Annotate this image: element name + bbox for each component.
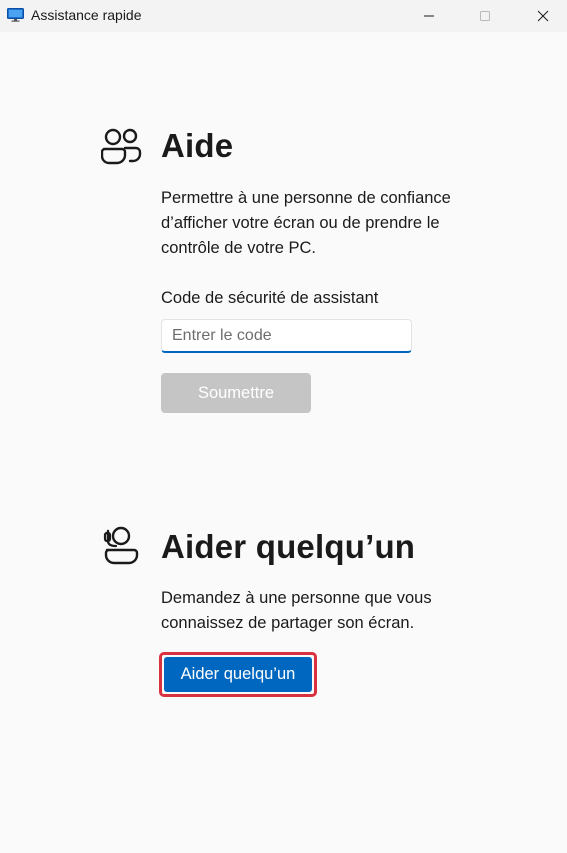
minimize-icon bbox=[424, 15, 434, 17]
close-icon bbox=[537, 10, 549, 22]
help-someone-highlight: Aider quelqu’un bbox=[159, 652, 317, 697]
quick-assist-window: Assistance rapide Aide Permettre à une p… bbox=[0, 0, 567, 853]
description-line: connaissez de partager son écran. bbox=[161, 614, 415, 632]
window-title: Assistance rapide bbox=[31, 7, 142, 23]
give-help-description: Demandez à une personne que vous connais… bbox=[161, 586, 432, 636]
minimize-button[interactable] bbox=[406, 0, 452, 32]
description-line: d’afficher votre écran ou de prendre le bbox=[161, 214, 440, 232]
maximize-icon bbox=[480, 11, 490, 21]
get-help-description: Permettre à une personne de confiance d’… bbox=[161, 186, 451, 261]
description-line: Demandez à une personne que vous bbox=[161, 589, 432, 607]
close-button[interactable] bbox=[520, 0, 566, 32]
security-code-label: Code de sécurité de assistant bbox=[161, 289, 379, 307]
get-help-heading: Aide bbox=[161, 127, 234, 164]
give-help-heading: Aider quelqu’un bbox=[161, 528, 416, 565]
person-headset-icon bbox=[103, 526, 139, 565]
people-icon bbox=[101, 128, 142, 165]
description-line: Permettre à une personne de confiance bbox=[161, 189, 451, 207]
submit-button[interactable]: Soumettre bbox=[161, 373, 311, 413]
security-code-input[interactable] bbox=[161, 319, 412, 353]
description-line: contrôle de votre PC. bbox=[161, 239, 316, 257]
title-bar[interactable]: Assistance rapide bbox=[0, 0, 567, 32]
maximize-button[interactable] bbox=[462, 0, 508, 32]
help-someone-button[interactable]: Aider quelqu’un bbox=[164, 657, 312, 692]
quick-assist-monitor-icon bbox=[7, 8, 24, 22]
